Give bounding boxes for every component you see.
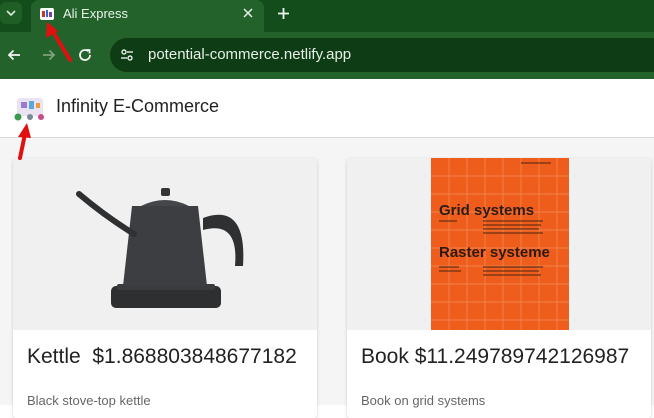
back-button[interactable] <box>4 45 24 65</box>
site-info-icon <box>121 49 133 61</box>
reload-button[interactable] <box>75 45 95 65</box>
favicon-icon <box>40 8 54 20</box>
book-cover: Grid systems Raster systeme <box>431 158 569 330</box>
product-title-book: Book $11.249789742126987 <box>361 345 629 369</box>
site-title: Infinity E-Commerce <box>56 96 220 116</box>
product-description: Black stove-top kettle <box>27 393 151 408</box>
product-name: Kettle <box>27 345 81 368</box>
annotation-arrow-tab <box>46 22 72 62</box>
product-name: Book <box>361 345 409 368</box>
chevron-down-icon <box>6 10 16 17</box>
tab-close-button[interactable] <box>240 5 256 21</box>
product-image-book: Grid systems Raster systeme <box>347 158 651 330</box>
product-price: $1.868803848677182 <box>92 345 297 368</box>
book-cover-title-2: Raster systeme <box>439 244 550 261</box>
plus-icon <box>277 7 289 19</box>
back-arrow-icon <box>7 49 20 61</box>
reload-icon <box>79 49 91 61</box>
tab-strip: Ali Express <box>0 0 654 34</box>
tab-title: Ali Express <box>63 6 129 21</box>
product-card-book[interactable]: Grid systems Raster systeme Book $11.249… <box>347 158 651 418</box>
address-bar[interactable]: potential-commerce.netlify.app <box>110 38 654 72</box>
close-icon <box>243 8 253 18</box>
browser-toolbar: potential-commerce.netlify.app <box>0 32 654 79</box>
site-info-button[interactable] <box>118 46 136 64</box>
product-price: $11.249789742126987 <box>414 345 630 368</box>
product-grid: Kettle $1.868803848677182 Black stove-to… <box>0 138 654 418</box>
new-tab-button[interactable] <box>274 4 292 22</box>
tab-list-button[interactable] <box>0 2 22 24</box>
product-description: Book on grid systems <box>361 393 486 408</box>
product-card-kettle[interactable]: Kettle $1.868803848677182 Black stove-to… <box>13 158 317 418</box>
logo-icon[interactable] <box>13 96 47 122</box>
product-image-kettle <box>13 158 317 330</box>
book-cover-title-1: Grid systems <box>439 202 535 219</box>
annotation-arrow-logo <box>18 123 31 160</box>
product-title-kettle: Kettle $1.868803848677182 <box>27 345 297 369</box>
url-text[interactable]: potential-commerce.netlify.app <box>148 46 351 63</box>
site-header: Infinity E-Commerce <box>0 79 654 138</box>
